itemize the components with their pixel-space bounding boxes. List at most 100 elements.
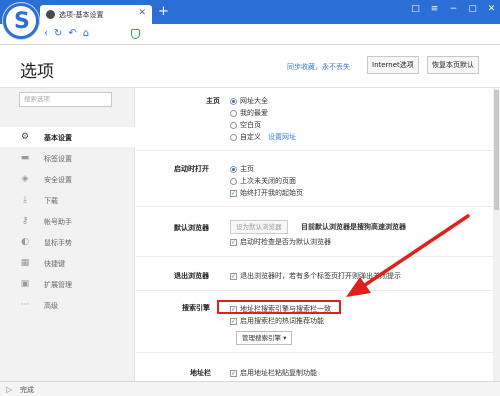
default-browser-label: 默认浏览器 <box>174 224 209 232</box>
checkbox[interactable]: ✓ <box>230 189 237 197</box>
page-title: 选项 <box>20 62 54 82</box>
sidebar: 搜索选项 ⚙ 基本设置 ▬ 标签设置 ◈ 安全设置 ⤓ 下载 ⚷ 帐号助手 ◐ … <box>0 88 135 381</box>
sidebar-item-label: 高级 <box>44 302 58 310</box>
sidebar-item-basic[interactable]: ⚙ 基本设置 <box>0 127 135 147</box>
radio-button[interactable] <box>230 133 237 141</box>
sidebar-item-mouse[interactable]: ◐ 鼠标手势 <box>0 232 135 252</box>
address-bar-label: 地址栏 <box>190 369 211 377</box>
radio-button[interactable] <box>230 97 237 105</box>
default-browser-status: 目前默认浏览器是搜狗高速浏览器 <box>298 222 406 232</box>
option-label: 空白页 <box>240 121 261 129</box>
dropdown-label: 管理搜索引擎 <box>242 334 281 342</box>
checkbox[interactable]: ✓ <box>230 317 237 325</box>
download-icon: ⤓ <box>23 195 27 205</box>
startup-option[interactable]: 上次未关闭的页面 <box>230 176 296 186</box>
radio-button[interactable] <box>230 121 237 129</box>
option-label: 主页 <box>240 165 254 173</box>
sync-link[interactable]: 同步收藏，永不丢失 <box>287 62 350 72</box>
restore-defaults-button[interactable]: 恢复本页默认 <box>427 56 479 74</box>
status-icon: ▷ <box>6 385 13 394</box>
homepage-option[interactable]: 网址大全 <box>230 96 268 106</box>
browser-logo[interactable]: S <box>3 3 39 39</box>
window-button[interactable]: ▢ <box>466 4 479 14</box>
option-label: 退出浏览器时，若有多个标签页打开则弹出关闭提示 <box>240 272 401 280</box>
refresh-icon[interactable]: ↻ <box>54 28 62 39</box>
highlight-box <box>217 300 341 314</box>
exit-checkbox[interactable]: ✓ 退出浏览器时，若有多个标签页打开则弹出关闭提示 <box>230 271 401 281</box>
window-button[interactable]: ≡ <box>428 4 441 14</box>
option-label: 我的最爱 <box>240 109 268 117</box>
mouse-icon: ◐ <box>21 237 29 247</box>
more-icon: ··· <box>20 300 30 310</box>
sidebar-item-label: 快捷键 <box>44 260 65 268</box>
radio-button[interactable] <box>230 109 237 117</box>
sidebar-item-label: 下载 <box>44 197 58 205</box>
sidebar-item-account[interactable]: ⚷ 帐号助手 <box>0 211 135 231</box>
address-bar-checkbox[interactable]: ✓ 启用地址栏粘贴复制功能 <box>230 368 317 378</box>
sidebar-item-extensions[interactable]: ▣ 扩展管理 <box>0 274 135 294</box>
homepage-option[interactable]: 我的最爱 <box>230 108 268 118</box>
divider <box>136 206 500 207</box>
set-url-link[interactable]: 设置网址 <box>268 132 296 142</box>
window-button[interactable]: − <box>447 4 460 14</box>
option-label: 启用地址栏粘贴复制功能 <box>240 369 317 377</box>
checkbox[interactable]: ✓ <box>230 369 237 377</box>
option-label: 上次未关闭的页面 <box>240 177 296 185</box>
status-bar: ▷ 完成 <box>0 381 500 396</box>
hot-words-checkbox[interactable]: ✓ 启用搜索栏的热词推荐功能 <box>230 316 324 326</box>
search-engine-label: 搜索引擎 <box>182 304 210 312</box>
divider <box>136 290 500 291</box>
default-browser-checkbox[interactable]: ✓ 启动时检查是否为默认浏览器 <box>230 237 331 247</box>
sidebar-item-security[interactable]: ◈ 安全设置 <box>0 169 135 189</box>
settings-tab-icon <box>46 10 55 19</box>
set-default-browser-button[interactable]: 设为默认浏览器 <box>230 220 288 234</box>
sidebar-item-shortcuts[interactable]: ▦ 快捷键 <box>0 253 135 273</box>
divider <box>136 256 500 257</box>
keyboard-icon: ▦ <box>20 258 30 268</box>
homepage-label: 主页 <box>206 97 220 105</box>
option-label: 启动时检查是否为默认浏览器 <box>240 238 331 246</box>
homepage-option[interactable]: 自定义 设置网址 <box>230 132 296 142</box>
tab-settings[interactable]: 选项-基本设置 ✕ <box>40 5 152 24</box>
radio-button[interactable] <box>230 165 237 173</box>
window-button[interactable]: □ <box>409 4 422 14</box>
option-label: 网址大全 <box>240 97 268 105</box>
option-label: 始终打开我的起始页 <box>240 189 303 197</box>
close-icon[interactable]: ✕ <box>138 8 146 18</box>
sidebar-item-advanced[interactable]: ··· 高级 <box>0 295 135 315</box>
sidebar-item-label: 帐号助手 <box>44 218 72 226</box>
tab-icon: ▬ <box>20 153 30 163</box>
startup-label: 启动时打开 <box>174 165 209 173</box>
vertical-scrollbar[interactable] <box>493 88 500 381</box>
manage-search-engines-dropdown[interactable]: 管理搜索引擎 ▾ <box>236 331 293 345</box>
back-icon[interactable]: ‹ <box>44 28 48 39</box>
search-input[interactable]: 搜索选项 <box>19 92 112 107</box>
option-label: 自定义 <box>240 133 261 141</box>
sidebar-item-label: 标签设置 <box>44 155 72 163</box>
extension-icon: ▣ <box>20 279 30 289</box>
new-tab-icon[interactable]: + <box>158 4 169 19</box>
shield-icon: ◈ <box>21 174 29 184</box>
checkbox[interactable]: ✓ <box>230 272 237 280</box>
startup-checkbox[interactable]: ✓ 始终打开我的起始页 <box>230 188 303 198</box>
gear-icon: ⚙ <box>20 132 30 142</box>
internet-options-button[interactable]: Internet选项 <box>367 56 419 74</box>
checkbox[interactable]: ✓ <box>230 238 237 246</box>
sidebar-item-download[interactable]: ⤓ 下载 <box>0 190 135 210</box>
scrollbar-thumb[interactable] <box>494 90 499 210</box>
sidebar-item-tabs[interactable]: ▬ 标签设置 <box>0 148 135 168</box>
divider <box>136 150 500 151</box>
exit-label: 退出浏览器 <box>174 272 209 280</box>
home-icon[interactable]: ⌂ <box>83 28 89 39</box>
settings-panel: 主页 网址大全 我的最爱 空白页 自定义 设置网址 启动时打开 主页 上次未关闭… <box>136 88 500 381</box>
homepage-option[interactable]: 空白页 <box>230 120 261 130</box>
key-icon: ⚷ <box>21 216 29 226</box>
radio-button[interactable] <box>230 177 237 185</box>
undo-icon[interactable]: ↶ <box>68 28 76 39</box>
sidebar-item-label: 基本设置 <box>44 134 72 142</box>
startup-option[interactable]: 主页 <box>230 164 254 174</box>
status-text: 完成 <box>20 386 34 394</box>
window-button[interactable]: ✕ <box>485 4 498 14</box>
security-shield-icon[interactable] <box>131 29 140 39</box>
status-text: 目前默认浏览器是搜狗高速浏览器 <box>301 223 406 231</box>
